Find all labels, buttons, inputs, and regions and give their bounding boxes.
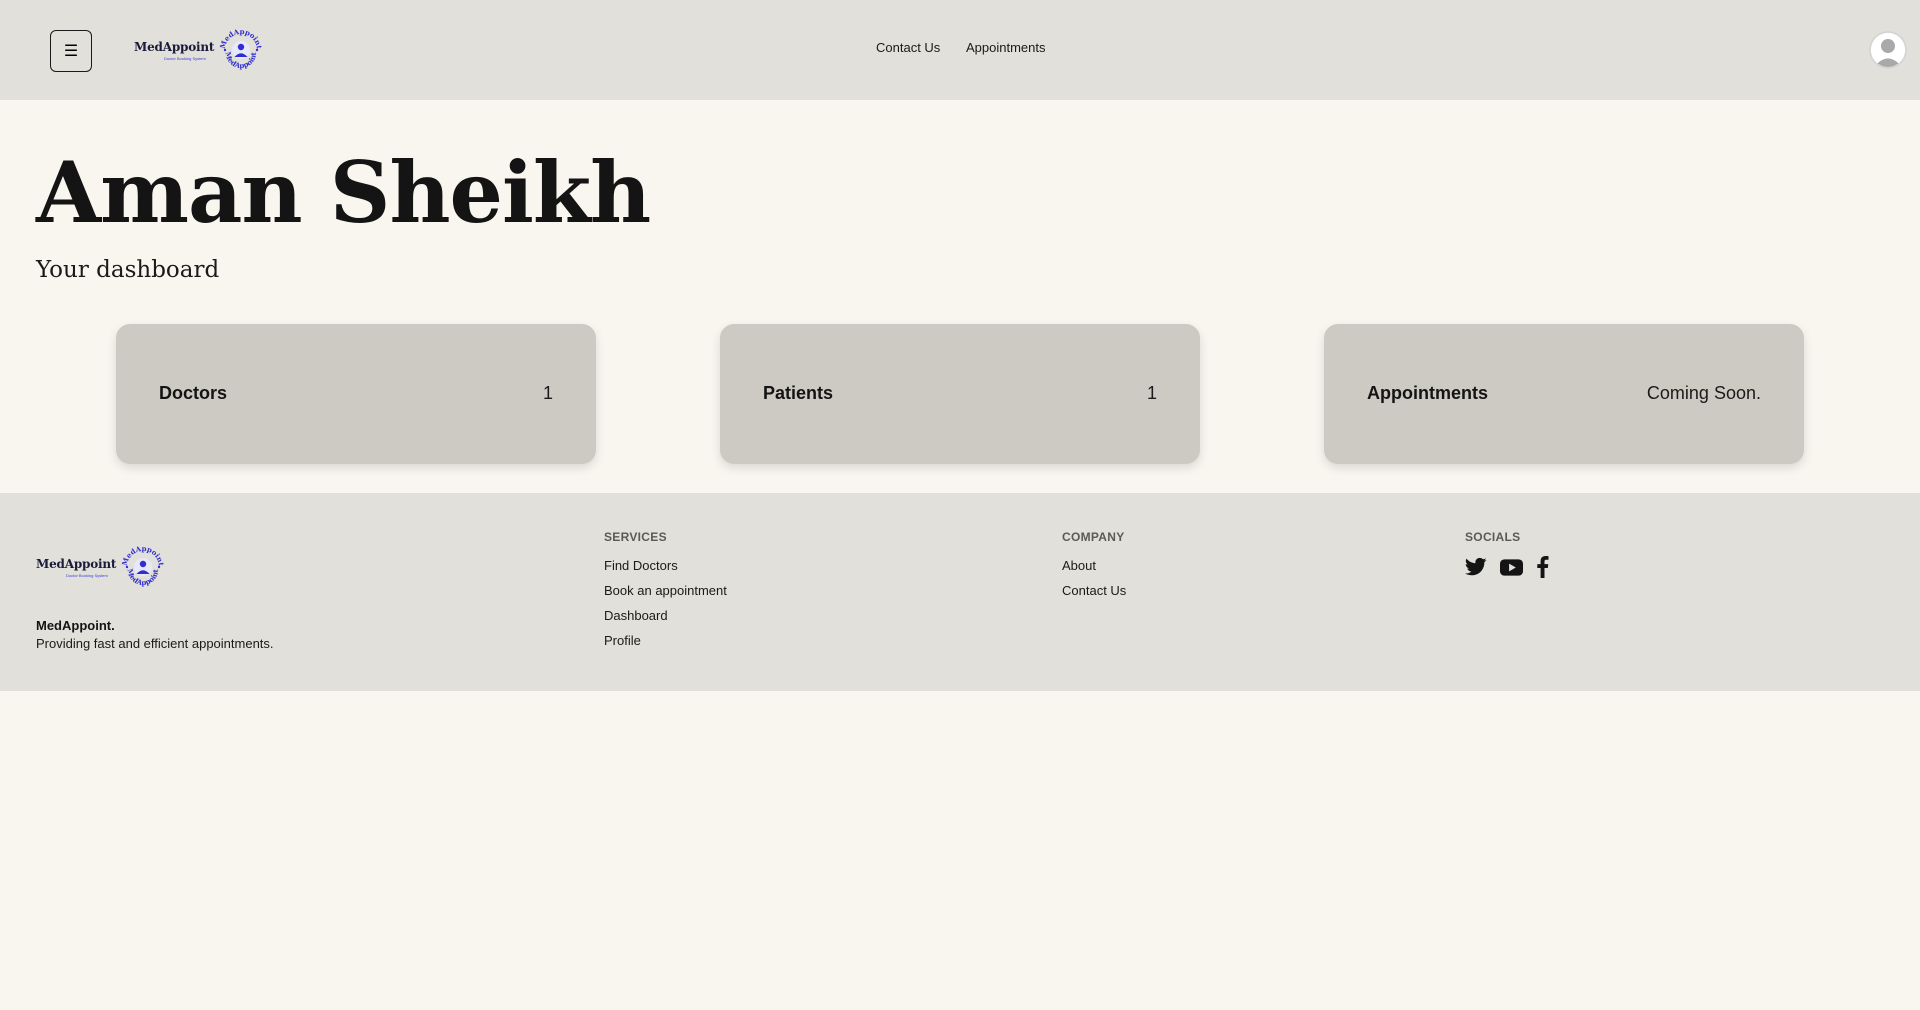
logo-text: MedAppoint [36,556,117,571]
footer-company-heading: COMPANY [1062,530,1125,544]
facebook-icon[interactable] [1536,556,1549,578]
page-title: Aman Sheikh [36,143,651,242]
menu-button[interactable]: ☰ [50,30,92,72]
footer-link-book-appointment[interactable]: Book an appointment [604,583,727,599]
page-subtitle: Your dashboard [36,257,220,283]
header-logo[interactable]: MedAppoint Doctor Booking System MedAppo… [134,27,264,73]
card-value: 1 [542,383,553,403]
footer-company-column: COMPANY About Contact Us [1062,530,1126,608]
card-label: Appointments [1367,383,1488,403]
card-value: Coming Soon. [1646,383,1761,403]
nav-contact-us[interactable]: Contact Us [876,40,940,55]
footer-socials-heading: SOCIALS [1465,530,1521,544]
logo-doctor-badge-icon: MedAppoint MedAppoint [120,544,166,587]
footer-services-column: SERVICES Find Doctors Book an appointmen… [604,530,727,658]
card-label: Patients [763,383,834,403]
footer-brand-name: MedAppoint. [36,618,115,633]
youtube-icon[interactable] [1500,558,1523,576]
twitter-icon[interactable] [1465,557,1487,577]
footer-link-profile[interactable]: Profile [604,633,727,649]
social-icons-row [1465,556,1549,578]
card-label: Doctors [159,383,228,403]
footer-link-about[interactable]: About [1062,558,1126,574]
footer-link-find-doctors[interactable]: Find Doctors [604,558,727,574]
logo-subtext: Doctor Booking System [164,55,206,61]
footer-link-dashboard[interactable]: Dashboard [604,608,727,624]
top-header: ☰ MedAppoint Doctor Booking System MedAp… [0,0,1920,100]
footer-socials-column: SOCIALS [1465,530,1549,578]
logo-text: MedAppoint [134,39,215,54]
user-avatar-icon [1871,33,1905,67]
footer-services-heading: SERVICES [604,530,667,544]
nav-appointments[interactable]: Appointments [966,40,1046,55]
footer: MedAppoint Doctor Booking System MedAppo… [0,493,1920,691]
logo-subtext: Doctor Booking System [66,572,108,578]
hamburger-menu-icon: ☰ [63,43,79,60]
appointments-card[interactable]: Appointments Coming Soon. [1324,324,1804,464]
card-value: 1 [1146,383,1157,403]
doctors-card[interactable]: Doctors 1 [116,324,596,464]
user-avatar[interactable] [1869,31,1907,69]
patients-card[interactable]: Patients 1 [720,324,1200,464]
footer-tagline: Providing fast and efficient appointment… [36,636,274,651]
footer-link-contact-us[interactable]: Contact Us [1062,583,1126,599]
logo-doctor-badge-icon: MedAppoint MedAppoint [218,27,264,70]
footer-logo[interactable]: MedAppoint Doctor Booking System MedAppo… [36,544,166,590]
